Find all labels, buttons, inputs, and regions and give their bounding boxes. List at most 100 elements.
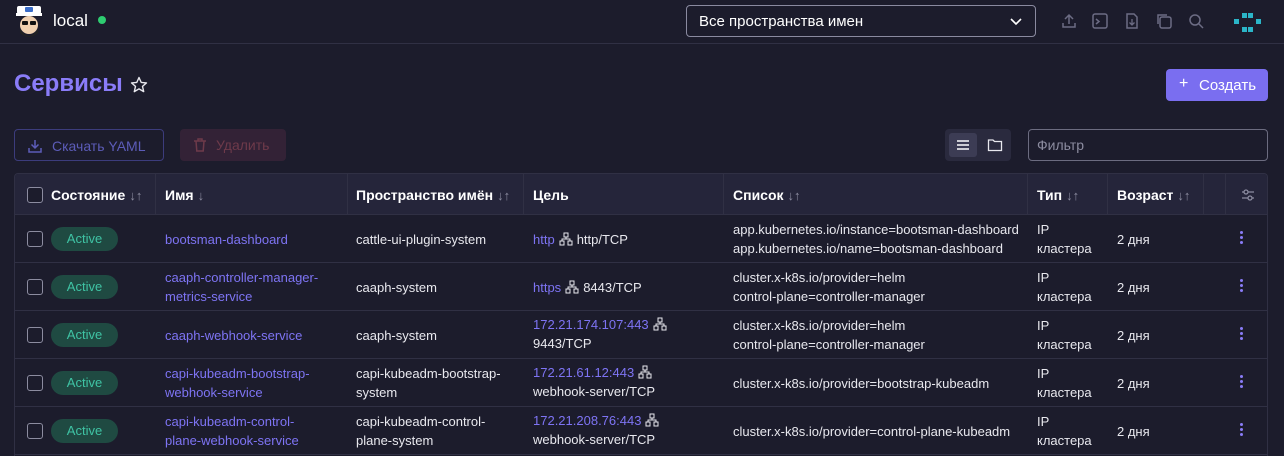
- network-icon: [559, 232, 573, 246]
- target-link[interactable]: http: [533, 232, 555, 247]
- sort-icon: ↓↑: [1177, 188, 1191, 203]
- sort-down-icon: ↓: [197, 188, 205, 203]
- status-badge: Active: [51, 323, 118, 347]
- target-cell: http http/TCP: [533, 230, 628, 249]
- table-row[interactable]: Active caaph-webhook-service caaph-syste…: [15, 311, 1267, 359]
- filter-input[interactable]: [1028, 129, 1268, 161]
- selector-cell: cluster.x-k8s.io/provider=control-plane-…: [733, 424, 1011, 439]
- row-actions-icon[interactable]: [1237, 279, 1245, 295]
- target-cell: 172.21.174.107:443 9443/TCP: [533, 315, 671, 353]
- table-row[interactable]: Active caaph-controller-manager- metrics…: [15, 263, 1267, 311]
- service-name-link[interactable]: caaph-webhook-service: [165, 326, 302, 345]
- selector-cell: cluster.x-k8s.io/provider=bootstrap-kube…: [733, 376, 990, 391]
- column-header-state[interactable]: Состояние ↓↑: [51, 174, 156, 215]
- service-name-link[interactable]: capi-kubeadm-control- plane-webhook-serv…: [165, 412, 299, 450]
- table-row[interactable]: Active capi-kubeadm-control- plane-webho…: [15, 407, 1267, 455]
- copy-icon[interactable]: [1155, 12, 1173, 30]
- download-file-icon[interactable]: [1123, 12, 1141, 30]
- row-actions-icon[interactable]: [1237, 375, 1245, 391]
- namespace-select[interactable]: Все пространства имен: [686, 5, 1036, 37]
- target-link[interactable]: https: [533, 280, 561, 295]
- services-table: Состояние ↓↑ Имя ↓ Пространство имён ↓↑ Цел…: [14, 173, 1268, 456]
- type-cell: IP кластера: [1037, 414, 1092, 448]
- download-icon: [28, 140, 42, 153]
- network-icon: [645, 413, 659, 427]
- column-header-target[interactable]: Цель: [524, 174, 724, 215]
- upload-icon[interactable]: [1060, 12, 1078, 30]
- download-yaml-button[interactable]: Скачать YAML: [14, 129, 164, 161]
- target-port: http/TCP: [576, 232, 628, 247]
- service-name-link[interactable]: bootsman-dashboard: [165, 230, 288, 249]
- row-checkbox[interactable]: [27, 279, 43, 295]
- network-icon: [653, 317, 667, 331]
- age-cell: 2 дня: [1117, 232, 1150, 247]
- cluster-name[interactable]: local: [53, 11, 88, 31]
- namespace-cell: caaph-system: [356, 280, 437, 295]
- create-button[interactable]: + Создать: [1166, 69, 1268, 101]
- target-port: webhook-server/TCP: [533, 432, 656, 447]
- column-header-selector[interactable]: Список ↓↑: [724, 174, 1028, 215]
- target-link[interactable]: 172.21.174.107:443: [533, 317, 649, 332]
- row-checkbox[interactable]: [27, 423, 43, 439]
- delete-button[interactable]: Удалить: [180, 129, 286, 161]
- target-cell: 172.21.208.76:443 webhook-server/TCP: [533, 411, 663, 449]
- row-checkbox[interactable]: [27, 375, 43, 391]
- row-actions-icon[interactable]: [1237, 423, 1245, 439]
- namespace-cell: caaph-system: [356, 328, 437, 343]
- list-view-button[interactable]: [949, 133, 977, 157]
- sort-icon: ↓↑: [787, 188, 801, 203]
- target-cell: 172.21.61.12:443 webhook-server/TCP: [533, 363, 656, 401]
- select-all-checkbox[interactable]: [27, 187, 43, 203]
- status-badge: Active: [51, 371, 118, 395]
- user-avatar-icon[interactable]: [1232, 10, 1262, 34]
- row-checkbox[interactable]: [27, 327, 43, 343]
- target-port: webhook-server/TCP: [533, 384, 656, 399]
- table-header: Состояние ↓↑ Имя ↓ Пространство имён ↓↑ Цел…: [15, 174, 1267, 215]
- target-link[interactable]: 172.21.61.12:443: [533, 365, 634, 380]
- column-settings-icon[interactable]: [1241, 188, 1255, 202]
- age-cell: 2 дня: [1117, 280, 1150, 295]
- age-cell: 2 дня: [1117, 328, 1150, 343]
- target-link[interactable]: 172.21.208.76:443: [533, 413, 641, 428]
- row-checkbox[interactable]: [27, 231, 43, 247]
- trash-icon: [194, 138, 206, 152]
- sort-icon: ↓↑: [497, 188, 511, 203]
- cluster-logo-icon[interactable]: [14, 3, 44, 41]
- column-header-namespace[interactable]: Пространство имён ↓↑: [348, 174, 524, 215]
- sort-icon: ↓↑: [129, 188, 143, 203]
- table-row[interactable]: Active capi-kubeadm-bootstrap- webhook-s…: [15, 359, 1267, 407]
- type-cell: IP кластера: [1037, 366, 1092, 400]
- column-header-type[interactable]: Тип ↓↑: [1028, 174, 1108, 215]
- group-view-button[interactable]: [981, 133, 1009, 157]
- age-cell: 2 дня: [1117, 424, 1150, 439]
- service-name-link[interactable]: caaph-controller-manager- metrics-servic…: [165, 268, 318, 306]
- view-toggle: [945, 129, 1011, 161]
- namespace-cell: capi-kubeadm-control- plane-system: [356, 414, 486, 448]
- terminal-icon[interactable]: [1091, 12, 1109, 30]
- column-header-age[interactable]: Возраст ↓↑: [1108, 174, 1204, 215]
- column-header-spacer: [1204, 174, 1226, 215]
- network-icon: [638, 365, 652, 379]
- download-yaml-label: Скачать YAML: [52, 138, 146, 154]
- target-cell: https 8443/TCP: [533, 278, 642, 297]
- column-header-name[interactable]: Имя ↓: [156, 174, 348, 215]
- service-name-link[interactable]: capi-kubeadm-bootstrap- webhook-service: [165, 364, 310, 402]
- table-row[interactable]: Active bootsman-dashboard cattle-ui-plug…: [15, 215, 1267, 263]
- sort-icon: ↓↑: [1066, 188, 1080, 203]
- namespace-cell: cattle-ui-plugin-system: [356, 232, 487, 247]
- cluster-status-dot: [98, 16, 106, 24]
- star-icon[interactable]: [130, 76, 148, 94]
- list-icon: [957, 140, 969, 150]
- row-actions-icon[interactable]: [1237, 231, 1245, 247]
- delete-label: Удалить: [216, 137, 270, 153]
- folder-icon: [987, 139, 1003, 152]
- type-cell: IP кластера: [1037, 318, 1092, 352]
- search-icon[interactable]: [1187, 12, 1205, 30]
- plus-icon: +: [1179, 75, 1189, 92]
- row-actions-icon[interactable]: [1237, 327, 1245, 343]
- type-cell: IP кластера: [1037, 270, 1092, 304]
- namespace-select-value: Все пространства имен: [699, 13, 864, 30]
- create-button-label: Создать: [1199, 77, 1257, 94]
- type-cell: IP кластера: [1037, 222, 1092, 256]
- status-badge: Active: [51, 419, 118, 443]
